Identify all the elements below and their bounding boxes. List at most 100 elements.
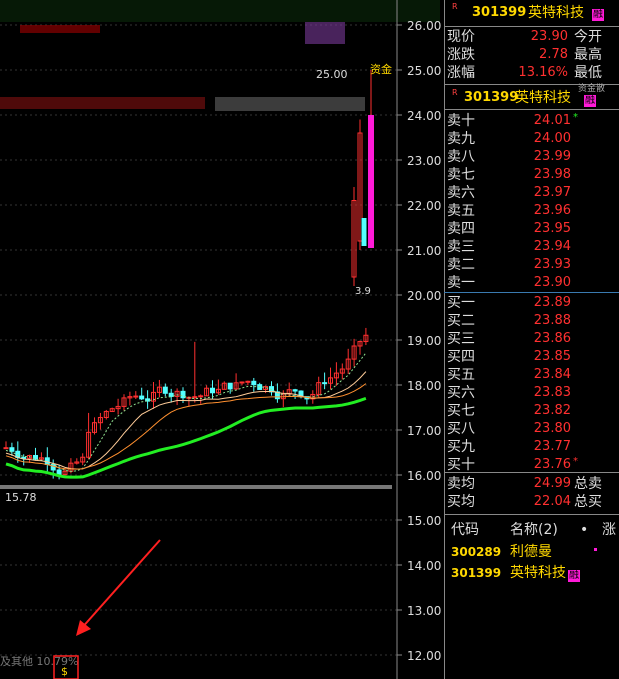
sell-price: 23.99 xyxy=(533,149,571,164)
arrow-head xyxy=(76,620,91,636)
mid-annotation: 3.9 xyxy=(355,286,371,297)
axis-label: 14.00 xyxy=(407,559,441,573)
sell-price: 23.97 xyxy=(533,185,571,200)
sell-row[interactable]: 卖四 23.95 xyxy=(444,220,619,238)
buy-row[interactable]: 买一 23.89 xyxy=(444,294,619,312)
indicator-bar xyxy=(20,25,100,33)
sell-row[interactable]: 卖八 23.99 xyxy=(444,148,619,166)
buy-price: 23.80 xyxy=(533,421,571,436)
candle-body xyxy=(292,389,298,392)
quote-row[interactable]: 现价 23.90 今开 xyxy=(444,28,619,46)
candle-body xyxy=(3,447,9,450)
candle-body xyxy=(162,386,168,394)
watchlist-header: 代码 名称(2) • 涨 xyxy=(444,521,619,539)
buy-label: 买三 xyxy=(447,331,475,347)
quote-value: 13.16% xyxy=(518,65,568,80)
watch-name: 英特科技 xyxy=(510,565,566,581)
quote-label: 涨跌 xyxy=(447,47,475,63)
axis-label: 26.00 xyxy=(407,19,441,33)
buy-label: 买五 xyxy=(447,367,475,383)
axis-label: 16.00 xyxy=(407,469,441,483)
r-icon: R xyxy=(452,88,458,97)
margin-badge: 融 xyxy=(568,570,580,582)
candle-body xyxy=(361,218,367,246)
axis-label: 25.00 xyxy=(407,64,441,78)
avg-label: 卖均 xyxy=(447,476,475,492)
sell-label: 卖十 xyxy=(447,113,475,129)
avg-extra: 总卖 xyxy=(574,476,602,492)
buy-row[interactable]: 买七 23.82 xyxy=(444,402,619,420)
watch-code: 301399 xyxy=(451,566,502,580)
average-row[interactable]: 卖均 24.99 总卖 xyxy=(444,475,619,493)
buy-label: 买四 xyxy=(447,349,475,365)
quote-panel: R 301399 英特科技 融 现价 23.90 今开 涨跌 2.78 最高 涨幅 13.16… xyxy=(444,0,619,679)
axis-label: 24.00 xyxy=(407,109,441,123)
indicator-bar xyxy=(0,0,440,22)
candle-body xyxy=(210,387,215,394)
buy-price: 23.88 xyxy=(533,313,571,328)
stock-code: 301399 xyxy=(464,90,519,105)
sell-row[interactable]: 卖九 24.00 xyxy=(444,130,619,148)
col-code: 代码 xyxy=(451,522,479,538)
buy-row[interactable]: 买九 23.77 xyxy=(444,438,619,456)
sell-row[interactable]: 卖十 24.01 * xyxy=(444,112,619,130)
axis-label: 15.00 xyxy=(407,514,441,528)
buy-label: 买二 xyxy=(447,313,475,329)
quote-label: 现价 xyxy=(447,29,475,45)
buy-row[interactable]: 买二 23.88 xyxy=(444,312,619,330)
col-name: 名称(2) xyxy=(510,522,558,538)
quote-row[interactable]: 涨跌 2.78 最高 xyxy=(444,46,619,64)
sell-label: 卖一 xyxy=(447,275,475,291)
r-icon: R xyxy=(452,2,458,11)
quote-extra: 最高 xyxy=(574,47,602,63)
sell-row[interactable]: 卖六 23.97 xyxy=(444,184,619,202)
axis-label: 23.00 xyxy=(407,154,441,168)
indicator-bar xyxy=(215,97,365,111)
watchlist-row[interactable]: 301399 英特科技融 xyxy=(444,564,619,582)
indicator-bar xyxy=(0,97,205,109)
sell-row[interactable]: 卖三 23.94 xyxy=(444,238,619,256)
buy-price: 23.86 xyxy=(533,331,571,346)
kline-chart[interactable]: 26.00 25.00 24.00 23.00 22.00 21.00 20.00 19.00… xyxy=(0,0,444,679)
watch-name: 利德曼 xyxy=(510,544,552,560)
sell-price: 24.00 xyxy=(533,131,571,146)
high-annotation: 资金 xyxy=(370,62,392,76)
buy-row[interactable]: 买四 23.85 xyxy=(444,348,619,366)
buy-row[interactable]: 买三 23.86 xyxy=(444,330,619,348)
sell-price: 23.96 xyxy=(533,203,571,218)
average-row[interactable]: 买均 22.04 总买 xyxy=(444,493,619,511)
ma-mid xyxy=(5,371,367,470)
axis-label: 17.00 xyxy=(407,424,441,438)
watchlist-row[interactable]: 300289 利德曼 xyxy=(444,543,619,561)
avg-value: 22.04 xyxy=(533,494,571,509)
sell-label: 卖八 xyxy=(447,149,475,165)
buy-label: 买一 xyxy=(447,295,475,311)
buy-row[interactable]: 买五 23.84 xyxy=(444,366,619,384)
sell-label: 卖二 xyxy=(447,257,475,273)
avg-value: 24.99 xyxy=(533,476,571,491)
divider xyxy=(444,514,619,515)
candle-body xyxy=(227,382,233,390)
axis-label: 19.00 xyxy=(407,334,441,348)
candle-body xyxy=(322,382,328,385)
candle-body xyxy=(198,395,204,398)
buy-price: 23.85 xyxy=(533,349,571,364)
buy-price: 23.89 xyxy=(533,295,571,310)
sell-row[interactable]: 卖七 23.98 xyxy=(444,166,619,184)
sell-row[interactable]: 卖二 23.93 xyxy=(444,256,619,274)
stock-code: 301399 xyxy=(472,5,527,20)
watch-marker xyxy=(594,548,597,551)
stock-name: 英特科技 xyxy=(515,90,571,106)
sell-row[interactable]: 卖一 23.90 xyxy=(444,274,619,292)
margin-badge: 融 xyxy=(592,9,604,21)
sell-price: 23.94 xyxy=(533,239,571,254)
low-label: 15.78 xyxy=(5,491,37,504)
buy-row[interactable]: 买八 23.80 xyxy=(444,420,619,438)
buy-price: 23.82 xyxy=(533,403,571,418)
sell-row[interactable]: 卖五 23.96 xyxy=(444,202,619,220)
candle-body xyxy=(56,469,62,475)
col-dot: • xyxy=(580,522,589,538)
divider xyxy=(444,472,619,473)
buy-row[interactable]: 买六 23.83 xyxy=(444,384,619,402)
divider xyxy=(444,26,619,27)
